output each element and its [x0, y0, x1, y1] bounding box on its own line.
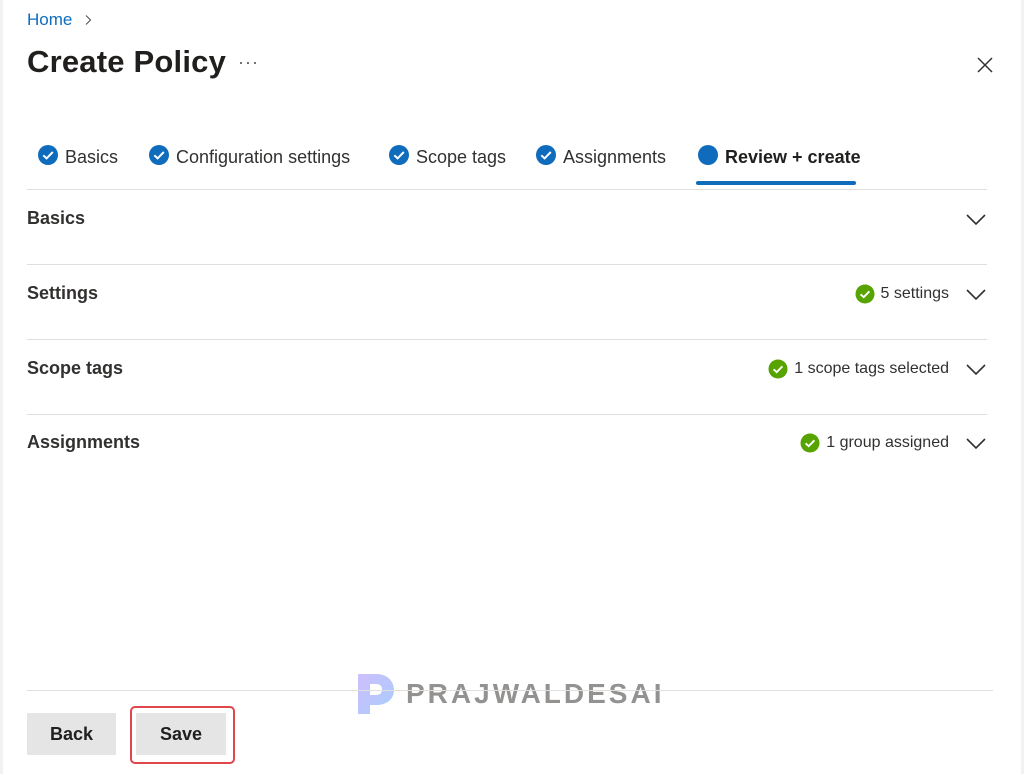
tab-label: Review + create [725, 147, 861, 167]
footer-divider [27, 690, 993, 691]
save-button-highlight [130, 706, 235, 764]
breadcrumb: Home [27, 10, 94, 30]
section-status: 1 group assigned [800, 433, 949, 453]
check-circle-icon [389, 145, 409, 165]
section-title: Settings [27, 283, 99, 303]
active-tab-indicator [696, 181, 856, 185]
section-scope-tags: Scope tags 1 scope tags selected [27, 340, 987, 415]
chevron-down-icon[interactable] [965, 283, 987, 305]
section-status: 5 settings [855, 284, 949, 304]
back-button[interactable]: Back [27, 713, 116, 755]
tab-label: Assignments [563, 147, 667, 167]
chevron-right-icon [85, 15, 92, 25]
section-title: Basics [27, 208, 86, 228]
tab-scope-tags[interactable]: Scope tags [388, 140, 506, 186]
breadcrumb-home-link[interactable]: Home [27, 10, 72, 30]
tab-label: Scope tags [416, 147, 507, 167]
wizard-tabs: Basics Configuration settings Scope tags… [27, 140, 987, 190]
success-check-icon [800, 433, 820, 453]
section-settings: Settings 5 settings [27, 265, 987, 340]
tab-label: Configuration settings [176, 147, 351, 167]
tab-basics[interactable]: Basics [37, 140, 118, 186]
section-basics: Basics [27, 190, 987, 265]
tab-configuration-settings[interactable]: Configuration settings [148, 140, 350, 186]
tab-assignments[interactable]: Assignments [535, 140, 666, 186]
status-text: 5 settings [880, 285, 949, 302]
section-title: Scope tags [27, 358, 124, 378]
prajwaldesai-logo-icon [358, 674, 394, 714]
section-status: 1 scope tags selected [768, 359, 949, 379]
more-options-button[interactable]: ··· [238, 52, 259, 72]
check-circle-icon [536, 145, 556, 165]
success-check-icon [768, 359, 788, 379]
chevron-down-icon[interactable] [965, 208, 987, 230]
check-circle-icon [149, 145, 169, 165]
tab-review-create[interactable]: Review + create [697, 140, 861, 186]
current-step-dot-icon [698, 145, 718, 165]
check-circle-icon [38, 145, 58, 165]
chevron-down-icon[interactable] [965, 432, 987, 454]
left-edge [0, 0, 3, 774]
section-assignments: Assignments 1 group assigned [27, 414, 987, 489]
success-check-icon [855, 284, 875, 304]
watermark-text: PRAJWALDESAI [406, 678, 665, 709]
status-text: 1 group assigned [826, 434, 949, 451]
watermark: PRAJWALDESAI [354, 672, 664, 716]
tab-label: Basics [65, 147, 119, 167]
page-title: Create Policy [27, 44, 227, 79]
chevron-down-icon[interactable] [965, 358, 987, 380]
status-text: 1 scope tags selected [794, 360, 949, 377]
close-icon[interactable] [975, 55, 995, 75]
section-title: Assignments [27, 432, 141, 452]
